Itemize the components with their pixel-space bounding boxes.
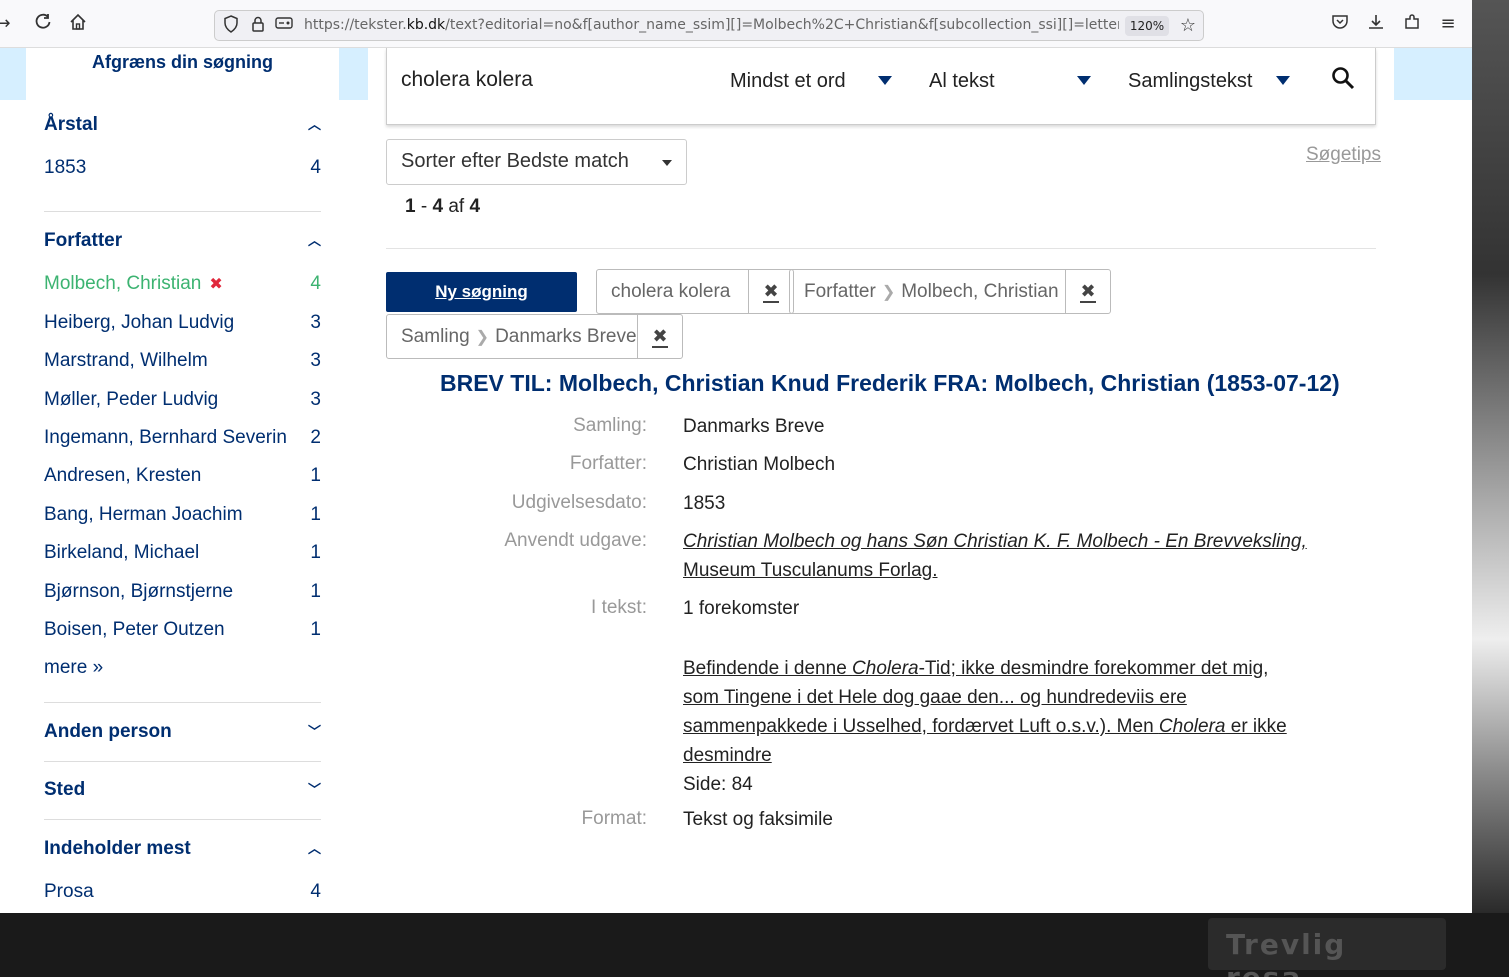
remove-constraint-icon[interactable]: ✖: [748, 270, 793, 313]
value-forfatter: Christian Molbech: [683, 454, 836, 475]
value-samling: Danmarks Breve: [683, 416, 825, 437]
permissions-icon[interactable]: [273, 15, 295, 37]
facet-item-author[interactable]: Andresen, Kresten 1: [44, 465, 321, 491]
facet-item-author[interactable]: Bang, Herman Joachim 1: [44, 504, 321, 530]
header-band-left: [0, 48, 26, 100]
chevron-up-icon: ︿: [307, 841, 321, 856]
facet-heading-arstal[interactable]: Årstal ︿: [44, 114, 321, 136]
label-samling: Samling:: [573, 415, 647, 436]
home-icon[interactable]: [67, 13, 89, 35]
collection-select[interactable]: Samlingstekst: [1128, 70, 1253, 93]
facet-item-author[interactable]: Bjørnson, Bjørnstjerne 1: [44, 581, 321, 607]
chevron-up-icon: ︿: [307, 233, 321, 248]
value-occurrences: 1 forekomster: [683, 598, 800, 619]
header-band-right: [1394, 48, 1472, 100]
search-input[interactable]: cholera kolera: [401, 68, 533, 92]
page-number: Side: 84: [683, 774, 753, 795]
publisher-link[interactable]: Museum Tusculanums Forlag.: [683, 560, 938, 581]
facet-divider: [44, 211, 321, 212]
label-dato: Udgivelsesdato:: [511, 492, 647, 513]
header-band-middle: [339, 48, 368, 100]
page-content: Afgræns din søgning Årstal ︿ 1853 4 Forfa…: [0, 48, 1472, 913]
caret-down-icon[interactable]: [1276, 76, 1290, 85]
facet-item-author[interactable]: Møller, Peder Ludvig 3: [44, 389, 321, 415]
hit-snippet[interactable]: Befindende i denne Cholera-Tid; ikke des…: [683, 654, 1303, 799]
pocket-icon[interactable]: [1329, 13, 1351, 35]
facet-item-author[interactable]: Marstrand, Wilhelm 3: [44, 350, 321, 376]
facet-divider: [44, 819, 321, 820]
facet-divider: [44, 702, 321, 703]
operator-select[interactable]: Mindst et ord: [730, 70, 846, 93]
facet-heading-forfatter[interactable]: Forfatter ︿: [44, 230, 321, 252]
field-select[interactable]: Al tekst: [929, 70, 995, 93]
new-search-button[interactable]: Ny søgning: [386, 272, 577, 312]
facet-item-year[interactable]: 1853 4: [44, 157, 321, 183]
browser-toolbar: → https://tekster.kb.dk/text?editorial=n…: [0, 0, 1472, 48]
chevron-down-icon: ﹀: [307, 724, 321, 739]
results-count: 1 - 4 af 4: [405, 196, 481, 217]
constraint-query: cholera kolera ✖: [596, 269, 794, 314]
facet-sidebar: Afgræns din søgning Årstal ︿ 1853 4 Forfa…: [26, 48, 339, 913]
desktop-sign: Trevlig resa: [1208, 918, 1446, 977]
facet-divider: [44, 761, 321, 762]
more-authors-link[interactable]: mere »: [44, 657, 103, 679]
url-text: https://tekster.kb.dk/text?editorial=no&…: [304, 17, 1119, 33]
value-format: Tekst og faksimile: [683, 809, 833, 830]
constraint-author: Forfatter ❯ Molbech, Christian ✖: [789, 269, 1111, 314]
value-udgave: Christian Molbech og hans Søn Christian …: [683, 527, 1307, 585]
facet-item-author[interactable]: Heiberg, Johan Ludvig 3: [44, 312, 321, 338]
extensions-icon[interactable]: [1401, 13, 1423, 35]
caret-down-icon: [662, 160, 672, 166]
facet-item-selected-author[interactable]: Molbech, Christian ✖ 4: [44, 273, 321, 299]
remove-constraint-icon[interactable]: ✖: [637, 315, 682, 358]
zoom-badge[interactable]: 120%: [1125, 16, 1169, 36]
chevron-down-icon: ﹀: [307, 782, 321, 797]
facet-item-author[interactable]: Ingemann, Bernhard Severin 2: [44, 427, 321, 453]
label-udgave: Anvendt udgave:: [504, 530, 647, 551]
search-form: cholera kolera Mindst et ord Al tekst Sa…: [386, 48, 1376, 125]
facet-heading-anden-person[interactable]: Anden person ﹀: [44, 721, 321, 743]
facet-item-author[interactable]: Boisen, Peter Outzen 1: [44, 619, 321, 645]
result-title-link[interactable]: BREV TIL: Molbech, Christian Knud Freder…: [440, 370, 1340, 397]
facet-heading-sted[interactable]: Sted ﹀: [44, 779, 321, 801]
caret-down-icon[interactable]: [878, 76, 892, 85]
caret-down-icon[interactable]: [1077, 76, 1091, 85]
reload-icon[interactable]: [32, 13, 54, 35]
facet-item-genre[interactable]: Prosa 4: [44, 881, 321, 907]
chevron-up-icon: ︿: [307, 117, 321, 132]
menu-icon[interactable]: ≡: [1437, 13, 1459, 35]
desktop-right-strip: [1472, 0, 1509, 913]
divider: [386, 248, 1376, 249]
shield-icon[interactable]: [220, 15, 242, 37]
forward-arrow-icon[interactable]: →: [0, 13, 14, 35]
search-icon[interactable]: [1331, 66, 1357, 92]
browser-window: → https://tekster.kb.dk/text?editorial=n…: [0, 0, 1472, 913]
sort-dropdown[interactable]: Sorter efter Bedste match: [386, 139, 687, 185]
sidebar-title: Afgræns din søgning: [92, 52, 273, 72]
search-tips-link[interactable]: Søgetips: [1306, 144, 1381, 166]
remove-filter-icon[interactable]: ✖: [209, 276, 222, 293]
address-bar[interactable]: https://tekster.kb.dk/text?editorial=no&…: [214, 10, 1204, 41]
remove-constraint-icon[interactable]: ✖: [1065, 270, 1110, 313]
facet-item-author[interactable]: Birkeland, Michael 1: [44, 542, 321, 568]
constraint-collection: Samling ❯ Danmarks Breve ✖: [386, 314, 683, 359]
label-itekst: I tekst:: [591, 597, 647, 618]
value-dato: 1853: [683, 493, 726, 514]
bookmark-star-icon[interactable]: ☆: [1177, 15, 1199, 37]
label-format: Format:: [581, 808, 647, 829]
edition-title-link[interactable]: Christian Molbech og hans Søn Christian …: [683, 531, 1307, 552]
download-icon[interactable]: [1365, 13, 1387, 35]
facet-heading-indeholder[interactable]: Indeholder mest ︿: [44, 838, 321, 860]
lock-icon[interactable]: [247, 15, 269, 37]
label-forfatter: Forfatter:: [569, 453, 647, 474]
